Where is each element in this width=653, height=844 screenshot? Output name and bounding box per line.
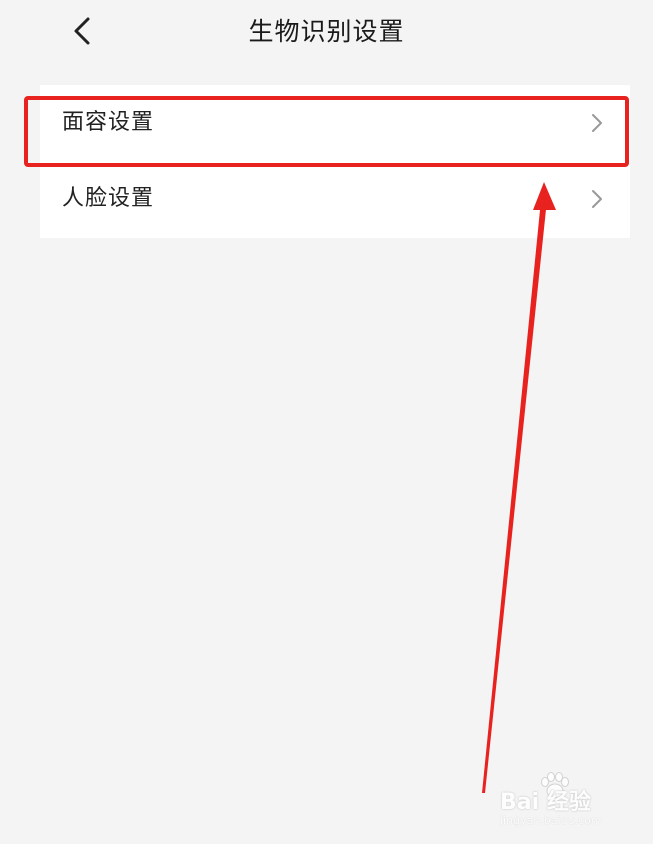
watermark: Bai 经验 jingyan.baidu.com <box>500 770 640 830</box>
chevron-right-icon <box>590 189 604 209</box>
settings-list: 面容设置 人脸设置 <box>40 85 630 238</box>
watermark-url: jingyan.baidu.com <box>500 814 602 827</box>
settings-item-face-recognition[interactable]: 人脸设置 <box>40 161 630 237</box>
paw-icon <box>541 772 569 799</box>
chevron-right-icon <box>590 113 604 133</box>
settings-item-label: 面容设置 <box>62 110 155 135</box>
settings-item-face-id[interactable]: 面容设置 <box>40 85 630 161</box>
settings-item-label: 人脸设置 <box>62 186 155 211</box>
page-title: 生物识别设置 <box>248 17 405 46</box>
watermark-logo: Bai 经验 <box>500 790 591 815</box>
header-bar: 生物识别设置 <box>0 0 653 64</box>
